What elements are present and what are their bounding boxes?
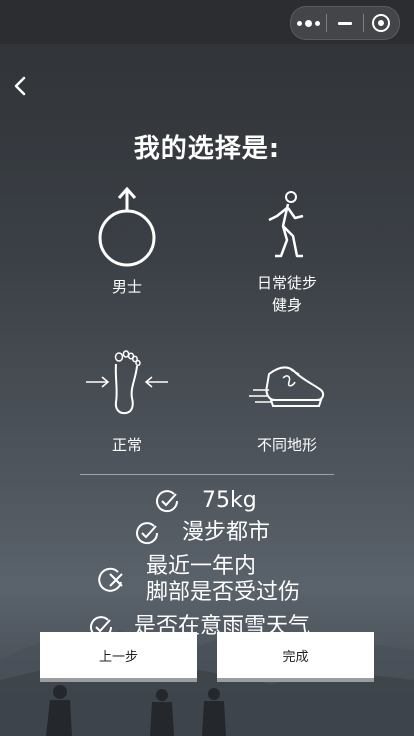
minimize-button[interactable] — [327, 7, 362, 39]
summary-row-scene: 漫步都市 — [134, 520, 270, 546]
male-symbol-icon — [98, 186, 156, 267]
option-label: 日常徒步 健身 — [256, 274, 317, 314]
more-button[interactable] — [291, 7, 326, 39]
divider — [80, 474, 334, 475]
sneaker-icon — [249, 366, 325, 407]
close-program-button[interactable] — [364, 7, 399, 39]
mini-program-capsule — [290, 6, 400, 40]
option-terrain: 不同地形 — [217, 360, 357, 456]
summary-weight: 75kg — [202, 488, 257, 513]
option-foot-type: 正常 — [57, 350, 197, 456]
summary-scene: 漫步都市 — [182, 520, 271, 545]
check-circle-icon — [156, 490, 179, 513]
option-label: 正常 — [111, 436, 142, 454]
done-button[interactable]: 完成 — [217, 632, 374, 682]
footprint-icon — [86, 350, 168, 415]
option-activity: 日常徒步 健身 — [217, 190, 357, 316]
option-label: 男士 — [111, 278, 142, 296]
target-icon — [372, 14, 391, 32]
option-gender: 男士 — [57, 186, 197, 298]
prev-step-button[interactable]: 上一步 — [40, 632, 197, 682]
more-dots-icon — [297, 19, 321, 27]
summary-injury-line1: 最近一年内 — [146, 554, 257, 579]
minus-icon — [337, 21, 352, 25]
runner-icon — [268, 191, 304, 258]
chevron-left-icon — [14, 76, 26, 96]
back-button[interactable] — [8, 72, 32, 100]
summary-row-weight: 75kg — [154, 488, 257, 514]
summary-row-injury: 最近一年内 脚部是否受过伤 — [96, 554, 300, 606]
cross-circle-icon — [98, 567, 123, 592]
top-bar — [0, 0, 414, 44]
page-title: 我的选择是: — [133, 134, 281, 164]
check-circle-icon — [136, 522, 159, 545]
option-label: 不同地形 — [256, 436, 317, 454]
